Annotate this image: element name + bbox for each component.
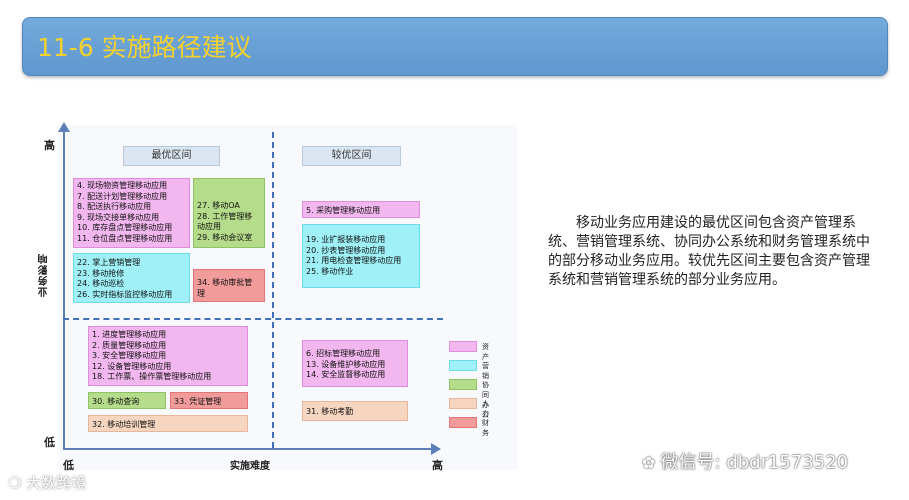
q1-collab-box: 27. 移动OA 28. 工作管理移 动应用 29. 移动会议室 [193,178,265,248]
list-item: 32. 移动培训管理 [92,420,156,429]
y-axis-low: 低 [44,436,55,449]
horizontal-divider [63,318,443,320]
x-axis [63,448,433,450]
list-item: 6. 招标管理移动应用 [306,349,381,358]
list-item: 31. 移动考勤 [306,407,354,416]
q2-sales-box: 19. 业扩报装移动应用 20. 抄表管理移动应用 21. 用电检查管理移动应用… [302,224,420,288]
list-item: 24. 移动巡检 [77,279,125,288]
y-axis [63,128,65,450]
x-axis-arrow [431,443,441,455]
legend-label: 人力 [482,400,489,418]
q4-hr-box: 31. 移动考勤 [302,401,408,421]
legend-label: 营销 [482,362,489,380]
q1-assets-box: 4. 现场物资管理移动应用 7. 配送计划管理移动应用 8. 配送执行移动应用 … [73,178,190,248]
list-item: 13. 设备维护移动应用 [306,359,386,369]
legend-swatch-collab [449,379,477,390]
legend-label: 财务 [482,419,489,437]
page-title: 11-6 实施路径建议 [37,33,252,62]
list-item: 19. 业扩报装移动应用 [306,235,386,244]
x-axis-label: 实施难度 [230,461,270,472]
list-item: 3. 安全管理移动应用 [92,351,167,360]
list-item: 7. 配送计划管理移动应用 [77,191,168,201]
legend-swatch-sales [449,360,477,371]
list-item: 21. 用电检查管理移动应用 [306,256,402,265]
list-item: 11. 仓位盘点管理移动应用 [77,233,173,243]
wechat-id: 微信号: dbdr1573520 [660,452,849,473]
list-item: 34. 移动审批管 [197,278,253,287]
list-item: 20. 抄表管理移动应用 [306,245,386,255]
list-item: 10. 库存盘点管理移动应用 [77,223,173,232]
list-item: 23. 移动抢修 [77,268,125,278]
q3-hr-box: 32. 移动培训管理 [88,415,248,432]
zone-best: 最优区间 [123,146,220,166]
list-item: 理 [197,288,205,298]
vertical-divider [272,132,274,448]
list-item: 25. 移动作业 [306,266,354,276]
list-item: 30. 移动查询 [92,397,140,406]
list-item: 26. 实时指标监控移动应用 [77,289,173,299]
q4-assets-box: 6. 招标管理移动应用 13. 设备维护移动应用 14. 安全监督移动应用 [302,340,408,387]
legend-swatch-finance [449,417,477,428]
list-item: 22. 掌上营销管理 [77,258,141,267]
q1-sales-box: 22. 掌上营销管理 23. 移动抢修 24. 移动巡检 26. 实时指标监控移… [73,253,190,303]
list-item: 8. 配送执行移动应用 [77,202,152,211]
y-axis-label: 业务影响 [39,253,50,297]
wechat-icon: ✿ [642,453,661,472]
q3-collab-box: 30. 移动查询 [88,392,166,409]
list-item: 28. 工作管理移 [197,211,253,221]
q2-assets-box: 5. 采购管理移动应用 [302,201,420,218]
q3-finance-box: 33. 凭证管理 [170,392,248,409]
x-axis-high: 高 [432,459,443,472]
list-item: 4. 现场物资管理移动应用 [77,181,168,190]
legend-label: 资产 [482,343,489,361]
brand-watermark: ❍ 大数跨境 [8,472,86,493]
brand-name: 大数跨境 [26,474,87,492]
list-item: 33. 凭证管理 [174,397,222,406]
list-item: 2. 质量管理移动应用 [92,340,167,350]
list-item: 27. 移动OA [197,201,240,210]
list-item: 18. 工作票、操作票管理移动应用 [92,372,212,381]
list-item: 1. 进度管理移动应用 [92,330,167,339]
y-axis-high: 高 [44,139,55,152]
title-bar: 11-6 实施路径建议 [22,17,888,76]
list-item: 29. 移动会议室 [197,232,253,242]
list-item: 动应用 [197,222,221,231]
description-text: 移动业务应用建设的最优区间包含资产管理系统、营销管理系统、协同办公系统和财务管理… [548,215,870,288]
zone-better: 较优区间 [302,146,401,166]
list-item: 5. 采购管理移动应用 [306,206,381,215]
list-item: 14. 安全监督移动应用 [306,370,386,379]
x-axis-low: 低 [63,459,74,472]
legend-swatch-assets [449,341,477,352]
legend-swatch-hr [449,398,477,409]
wechat-watermark: ✿ 微信号: dbdr1573520 [642,448,848,474]
list-item: 12. 设备管理移动应用 [92,361,172,371]
brand-logo-icon: ❍ [8,474,27,492]
y-axis-arrow [58,122,70,132]
list-item: 9. 现场交接单移动应用 [77,212,160,222]
q3-assets-box: 1. 进度管理移动应用 2. 质量管理移动应用 3. 安全管理移动应用 12. … [88,326,248,386]
q1-finance-box: 34. 移动审批管 理 [193,269,265,302]
